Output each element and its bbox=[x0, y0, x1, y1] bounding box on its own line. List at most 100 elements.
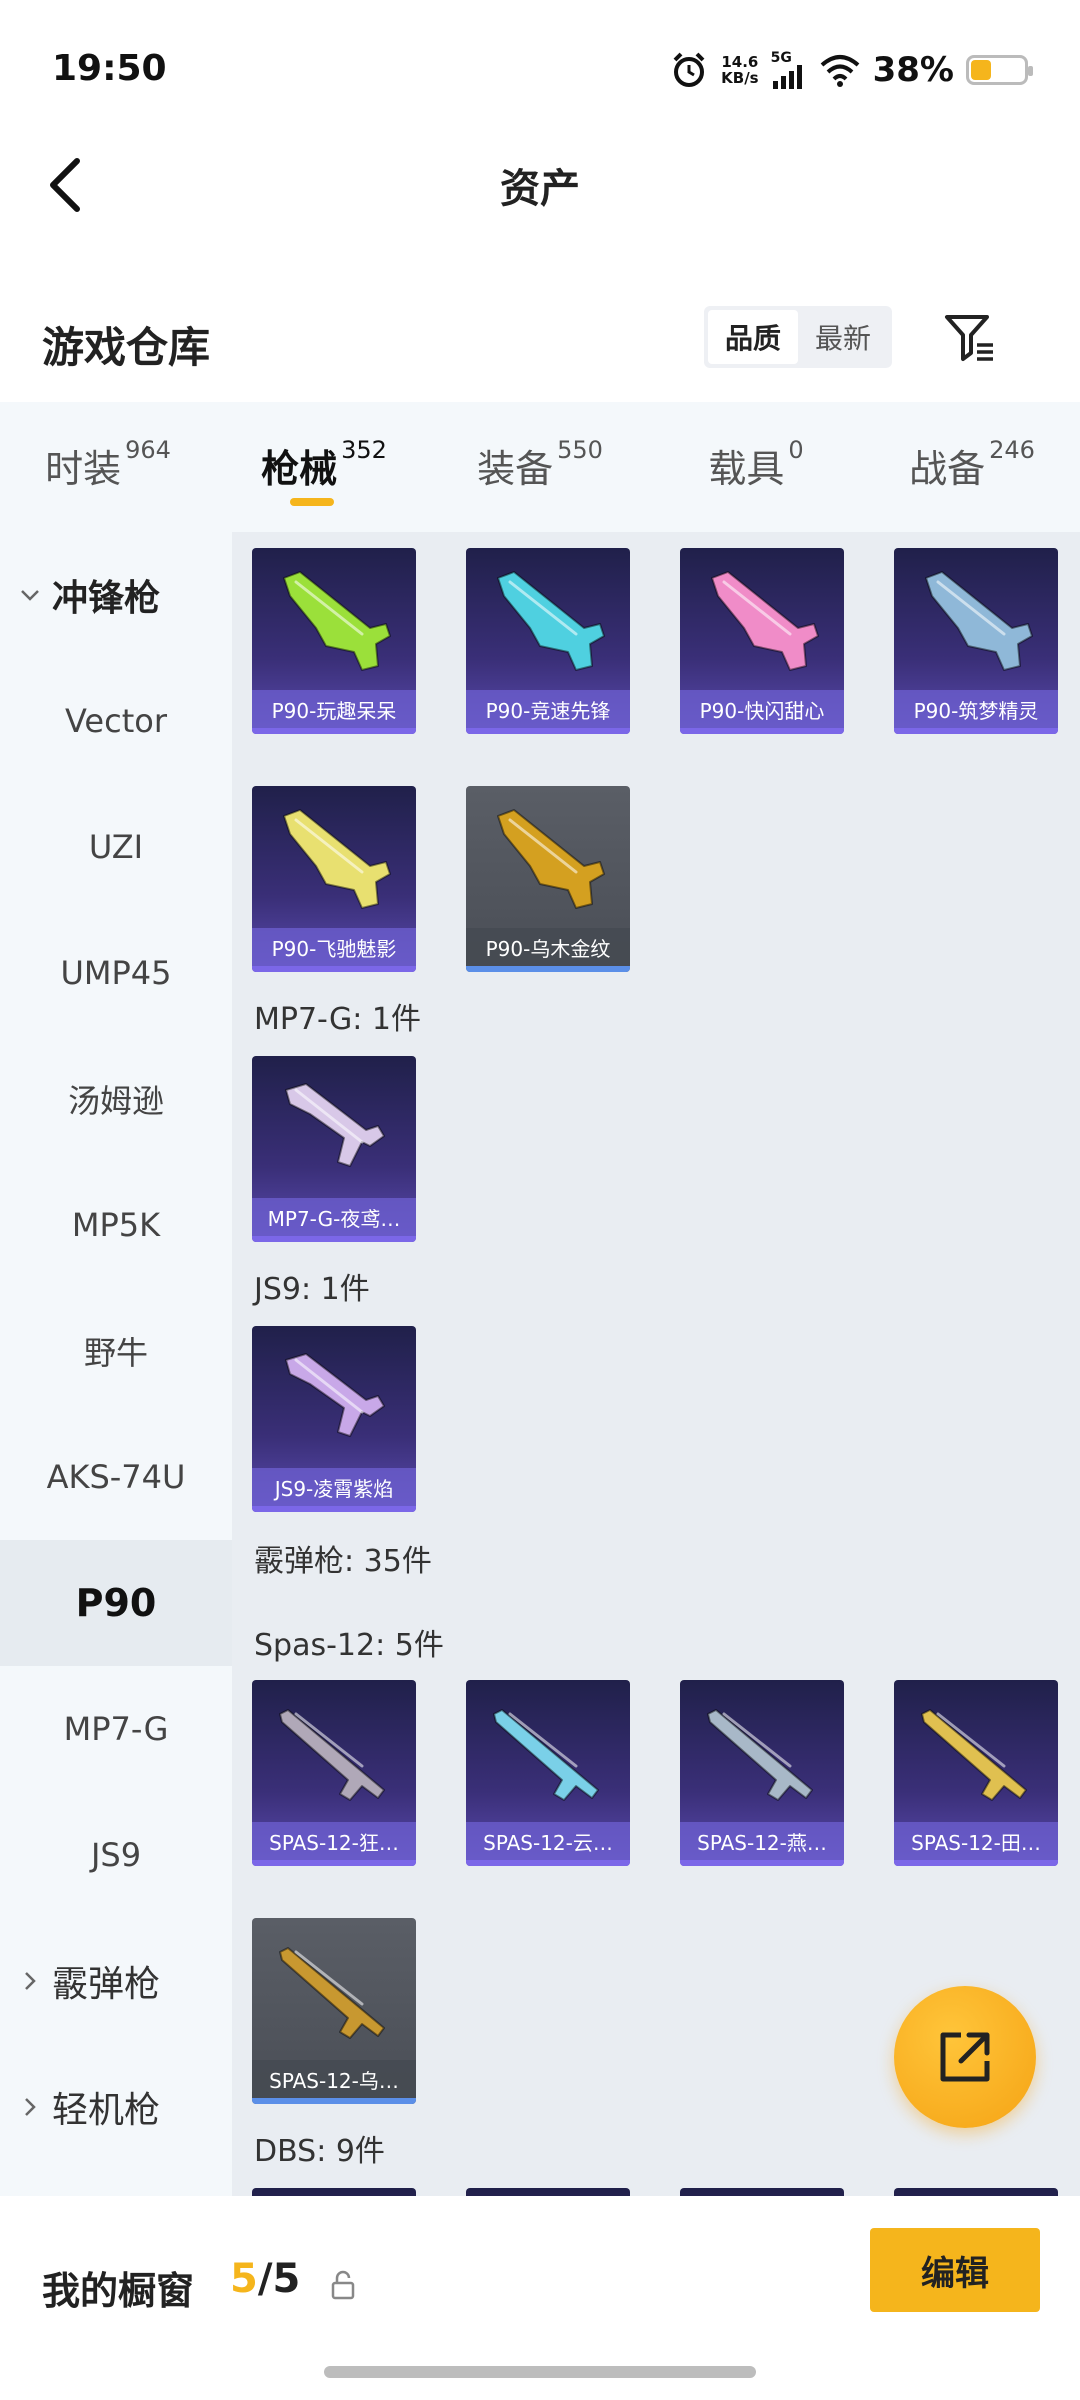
item-card[interactable] bbox=[252, 2188, 416, 2196]
item-card[interactable]: SPAS-12-田… bbox=[894, 1680, 1058, 1866]
rarity-bar bbox=[252, 1236, 416, 1242]
sidebar-item-mp7g[interactable]: MP7-G bbox=[0, 1666, 232, 1792]
status-bar: 19:50 14.6 KB/s 5G 38% bbox=[0, 0, 1080, 140]
tab-label: 战备 bbox=[909, 447, 986, 491]
item-card-label: P90-乌木金纹 bbox=[466, 928, 630, 966]
sidebar-item-js9[interactable]: JS9 bbox=[0, 1792, 232, 1918]
showcase-total: /5 bbox=[257, 2256, 301, 2302]
sidebar-item-label: 霰弹枪 bbox=[52, 1964, 161, 2005]
sort-toggle[interactable]: 品质 最新 bbox=[704, 306, 892, 368]
rarity-bar bbox=[252, 1860, 416, 1866]
item-grid-panel: P90-玩趣呆呆 P90-竞速先锋 P90-快闪甜心 P90-筑梦精灵 P90-… bbox=[232, 532, 1080, 2196]
signal-icon bbox=[772, 65, 802, 89]
tab-fashion[interactable]: 时装 964 bbox=[0, 402, 216, 532]
chevron-down-icon bbox=[21, 590, 39, 601]
item-card[interactable]: SPAS-12-燕… bbox=[680, 1680, 844, 1866]
sidebar-item-ump45[interactable]: UMP45 bbox=[0, 910, 232, 1036]
sidebar-group-smg[interactable]: 冲锋枪 bbox=[0, 532, 232, 658]
item-card[interactable] bbox=[680, 2188, 844, 2196]
item-card-label: P90-快闪甜心 bbox=[680, 690, 844, 728]
edit-button[interactable]: 编辑 bbox=[870, 2228, 1040, 2312]
item-card-label: JS9-凌霄紫焰 bbox=[252, 1468, 416, 1506]
sidebar-item-mp5k[interactable]: MP5K bbox=[0, 1162, 232, 1288]
rarity-bar bbox=[466, 1860, 630, 1866]
tab-vehicles[interactable]: 载具 0 bbox=[648, 402, 864, 532]
item-card[interactable]: P90-乌木金纹 bbox=[466, 786, 630, 972]
status-time: 19:50 bbox=[52, 48, 167, 89]
gun-skin-image bbox=[283, 571, 391, 671]
gun-skin-image bbox=[285, 1083, 385, 1167]
item-card[interactable]: P90-玩趣呆呆 bbox=[252, 548, 416, 734]
share-fab-button[interactable] bbox=[894, 1986, 1036, 2128]
rarity-bar bbox=[894, 728, 1058, 734]
gun-skin-image bbox=[285, 1353, 385, 1437]
sidebar-item-vector[interactable]: Vector bbox=[0, 658, 232, 784]
sidebar-group-shotgun[interactable]: 霰弹枪 bbox=[0, 1918, 232, 2044]
tab-firearms[interactable]: 枪械 352 bbox=[216, 402, 432, 532]
sidebar-group-lmg[interactable]: 轻机枪 bbox=[0, 2044, 232, 2170]
item-card[interactable]: P90-快闪甜心 bbox=[680, 548, 844, 734]
sidebar-item-label: 冲锋枪 bbox=[52, 578, 161, 619]
item-card[interactable] bbox=[466, 2188, 630, 2196]
gun-skin-image bbox=[497, 571, 605, 671]
battery-icon bbox=[966, 55, 1033, 85]
sidebar-item-bizon[interactable]: 野牛 bbox=[0, 1288, 232, 1414]
item-card[interactable]: SPAS-12-乌… bbox=[252, 1918, 416, 2104]
chevron-right-icon bbox=[25, 2098, 36, 2116]
net-speed-unit: KB/s bbox=[721, 69, 759, 87]
tab-label: 装备 bbox=[477, 447, 554, 491]
item-card[interactable]: P90-竞速先锋 bbox=[466, 548, 630, 734]
rarity-bar bbox=[894, 1860, 1058, 1866]
network-block: 5G bbox=[771, 51, 807, 89]
item-card[interactable]: P90-飞驰魅影 bbox=[252, 786, 416, 972]
item-card-label: SPAS-12-燕… bbox=[680, 1822, 844, 1860]
item-card[interactable]: P90-筑梦精灵 bbox=[894, 548, 1058, 734]
sidebar-item-aks74u[interactable]: AKS-74U bbox=[0, 1414, 232, 1540]
item-card[interactable] bbox=[894, 2188, 1058, 2196]
item-card[interactable]: MP7-G-夜鸢… bbox=[252, 1056, 416, 1242]
gun-skin-image bbox=[279, 1947, 385, 2039]
share-external-icon bbox=[940, 2032, 990, 2082]
gun-skin-image bbox=[707, 1709, 813, 1801]
item-card-label: SPAS-12-狂… bbox=[252, 1822, 416, 1860]
item-card-label: P90-飞驰魅影 bbox=[252, 928, 416, 966]
tab-label: 枪械 bbox=[261, 447, 338, 491]
rarity-bar bbox=[252, 1506, 416, 1512]
filter-button[interactable] bbox=[938, 306, 1002, 370]
gun-skin-image bbox=[925, 571, 1033, 671]
tab-war-supplies[interactable]: 战备 246 bbox=[864, 402, 1080, 532]
rarity-bar bbox=[680, 1860, 844, 1866]
rarity-bar bbox=[466, 966, 630, 972]
net-speed: 14.6 KB/s bbox=[721, 54, 758, 86]
item-card-label: MP7-G-夜鸢… bbox=[252, 1198, 416, 1236]
item-card[interactable]: SPAS-12-狂… bbox=[252, 1680, 416, 1866]
item-card-label: SPAS-12-田… bbox=[894, 1822, 1058, 1860]
item-card-label: P90-玩趣呆呆 bbox=[252, 690, 416, 728]
tab-count: 246 bbox=[989, 436, 1035, 464]
lock-icon bbox=[331, 2270, 355, 2300]
group-heading-shotgun: 霰弹枪: 35件 bbox=[254, 1544, 432, 1579]
sidebar-item-uzi[interactable]: UZI bbox=[0, 784, 232, 910]
group-heading-dbs: DBS: 9件 bbox=[254, 2134, 385, 2169]
showcase-current: 5 bbox=[230, 2256, 258, 2302]
sort-option-newest[interactable]: 最新 bbox=[798, 310, 888, 364]
home-indicator bbox=[324, 2366, 756, 2378]
battery-fill bbox=[971, 60, 991, 80]
item-card[interactable]: SPAS-12-云… bbox=[466, 1680, 630, 1866]
group-heading-mp7g: MP7-G: 1件 bbox=[254, 1002, 421, 1037]
filter-icon bbox=[945, 315, 993, 361]
sidebar-item-thompson[interactable]: 汤姆逊 bbox=[0, 1036, 232, 1162]
battery-percent: 38% bbox=[872, 50, 954, 90]
section-row: 游戏仓库 品质 最新 bbox=[0, 300, 1080, 380]
item-card-label: P90-竞速先锋 bbox=[466, 690, 630, 728]
sidebar-item-p90[interactable]: P90 bbox=[0, 1540, 232, 1666]
rarity-bar bbox=[252, 728, 416, 734]
gun-skin-image bbox=[711, 571, 819, 671]
tab-count: 964 bbox=[125, 436, 171, 464]
tab-count: 352 bbox=[341, 436, 387, 464]
tab-equipment[interactable]: 装备 550 bbox=[432, 402, 648, 532]
sort-option-quality[interactable]: 品质 bbox=[708, 310, 798, 364]
status-icons: 14.6 KB/s 5G 38% bbox=[669, 46, 1033, 94]
group-heading-js9: JS9: 1件 bbox=[254, 1272, 370, 1307]
item-card[interactable]: JS9-凌霄紫焰 bbox=[252, 1326, 416, 1512]
